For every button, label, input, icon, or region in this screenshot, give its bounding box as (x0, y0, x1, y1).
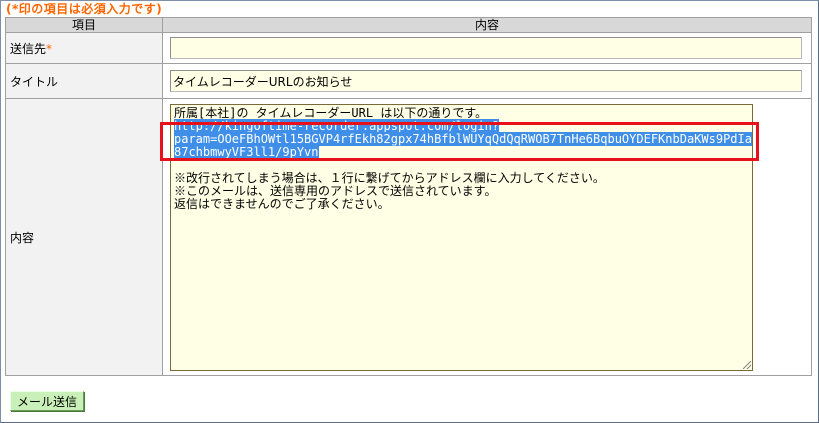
body-label-cell: 内容 (5, 98, 163, 376)
url-line-3: 87chbmwyVF3ll1/9pYvn (174, 144, 749, 159)
title-input[interactable] (170, 70, 802, 92)
title-row: タイトル (5, 63, 812, 99)
table-header-row: 項目 内容 (5, 17, 812, 33)
body-note2: ※このメールは、送信専用のアドレスで送信されています。 (174, 183, 497, 198)
resize-grip-icon[interactable] (743, 360, 751, 369)
body-note1: ※改行されてしまう場合は、１行に繋げてからアドレス欄に入力してください。 (174, 170, 605, 185)
recipient-row: 送信先* (5, 32, 812, 64)
body-row: 内容 所属[本社]の タイムレコーダーURL は以下の通りです。 http://k… (5, 98, 812, 376)
url-line-1-text: http://kingoftime-recorder.appspot.com/l… (174, 118, 500, 133)
url-line-3-text: 87chbmwyVF3ll1/9pYvn (174, 144, 319, 159)
mail-form-table: 項目 内容 送信先* タイトル 内容 所属[本社]の タイムレコーダーURL は… (5, 17, 812, 376)
required-mark: * (46, 41, 53, 56)
body-label: 内容 (10, 230, 35, 245)
body-input-cell: 所属[本社]の タイムレコーダーURL は以下の通りです。 http://king… (162, 98, 812, 376)
header-item: 項目 (5, 17, 163, 33)
required-note: (*印の項目は必須入力です) (6, 2, 163, 16)
recipient-input-cell (162, 32, 812, 64)
body-note3: 返信はできませんのでご了承ください。 (174, 196, 390, 211)
body-line1: 所属[本社]の タイムレコーダーURL は以下の通りです。 (174, 105, 488, 120)
title-label: タイトル (10, 74, 59, 89)
url-line-2-text: param=OOeFBhOWtl15BGVP4rfEkh82gpx74hBfbl… (174, 131, 752, 146)
recipient-input[interactable] (170, 37, 802, 59)
title-input-cell (162, 63, 812, 99)
url-line-1: http://kingoftime-recorder.appspot.com/l… (174, 118, 749, 133)
send-mail-button[interactable]: メール送信 (10, 391, 84, 411)
body-blank-line: ​ (174, 159, 749, 172)
title-label-cell: タイトル (5, 63, 163, 99)
body-textarea[interactable]: 所属[本社]の タイムレコーダーURL は以下の通りです。 http://king… (170, 103, 753, 371)
recipient-label-cell: 送信先* (5, 32, 163, 64)
url-line-2: param=OOeFBhOWtl15BGVP4rfEkh82gpx74hBfbl… (174, 131, 752, 146)
header-content: 内容 (162, 17, 812, 33)
recipient-label: 送信先 (10, 41, 47, 56)
